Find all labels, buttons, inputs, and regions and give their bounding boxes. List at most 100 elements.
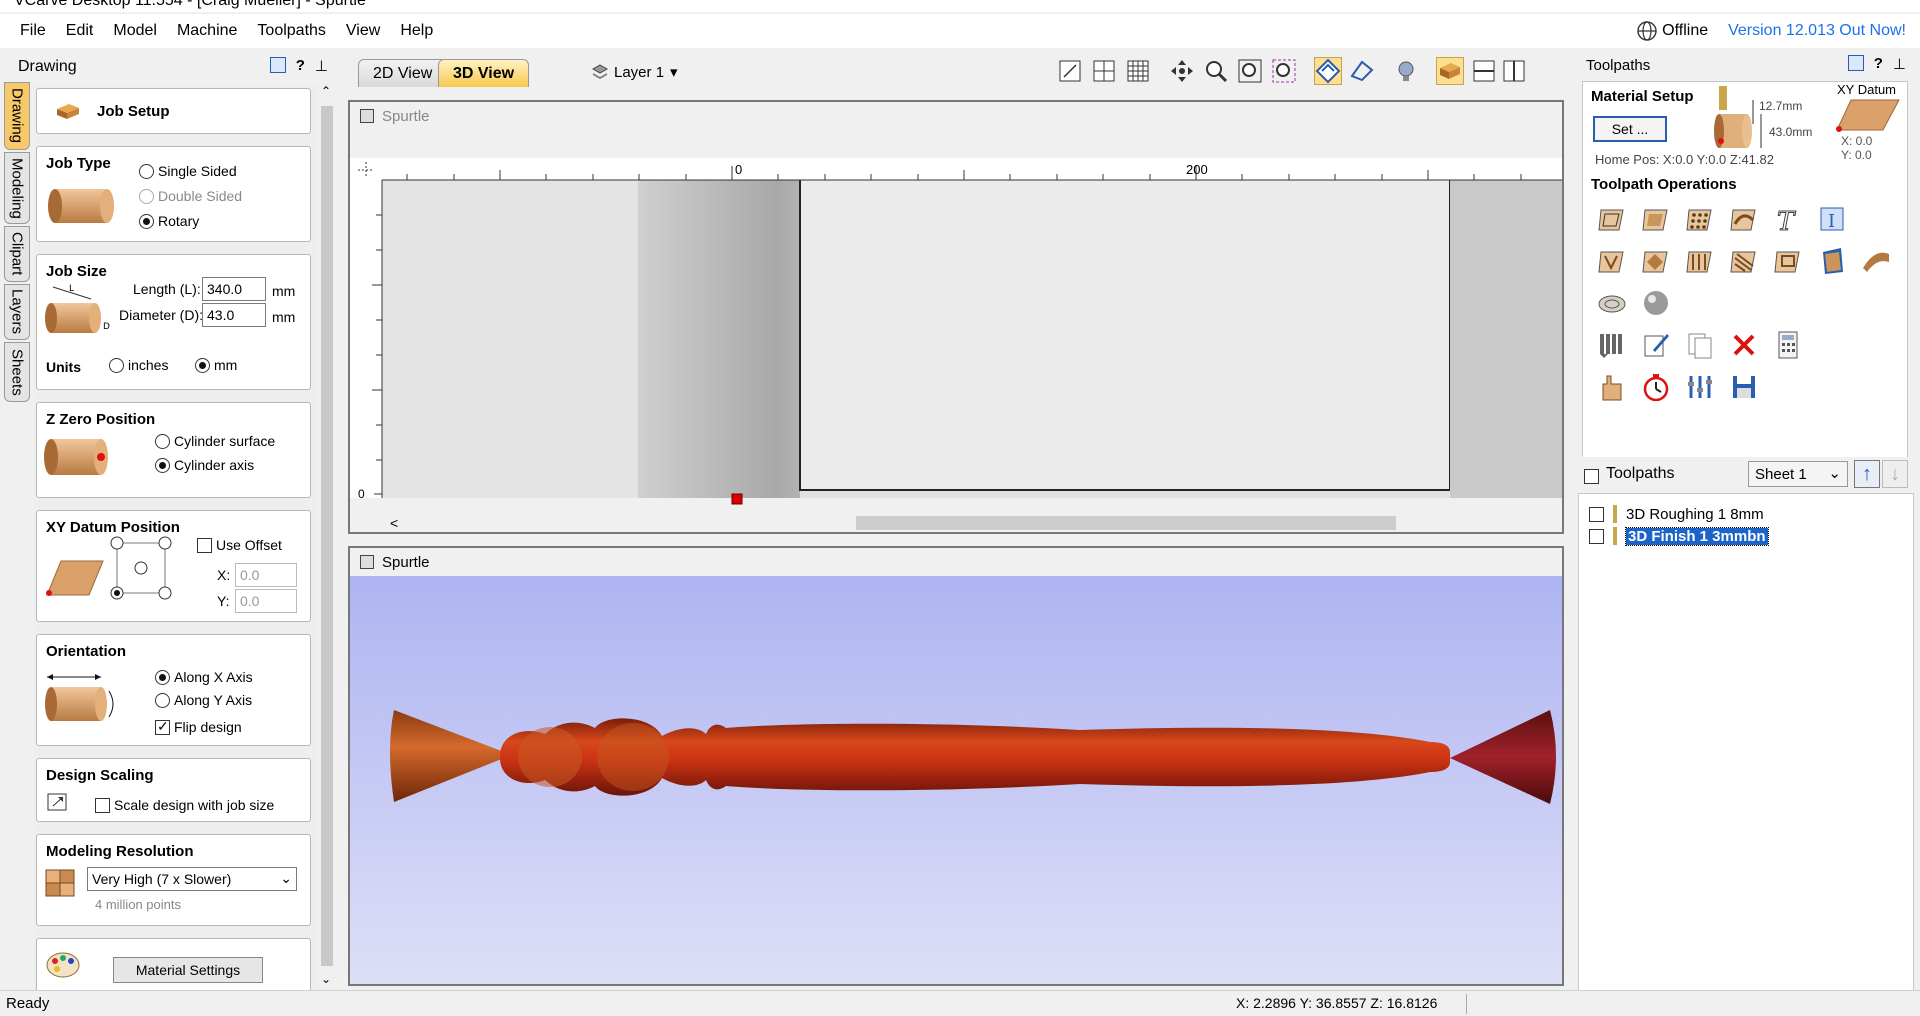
use-offset[interactable]: Use Offset (197, 537, 282, 553)
help-icon[interactable]: ? (296, 57, 305, 75)
finish-icon[interactable] (1859, 244, 1893, 278)
menu-edit[interactable]: Edit (56, 22, 104, 40)
lighting-icon[interactable] (1392, 57, 1420, 85)
zoom-icon[interactable] (1202, 57, 1230, 85)
resolution-select[interactable]: Very High (7 x Slower) ⌄ (87, 867, 297, 891)
radio-cylinder-surface[interactable] (155, 433, 170, 449)
scroll-down-icon[interactable]: ⌄ (321, 972, 331, 986)
diameter-input[interactable]: 43.0 (202, 303, 266, 327)
quick-engrave-icon[interactable] (1727, 202, 1761, 236)
job-type-rotary[interactable]: Rotary (139, 213, 199, 229)
material-settings-button[interactable]: Material Settings (113, 957, 263, 983)
radio-along-x[interactable] (155, 669, 170, 685)
roughing-icon[interactable] (1815, 244, 1849, 278)
fluting-icon[interactable] (1683, 244, 1717, 278)
tab-3d-view[interactable]: 3D View (438, 59, 530, 87)
tab-clipart[interactable]: Clipart (4, 226, 30, 282)
radio-rotary[interactable] (139, 213, 154, 229)
radio-inches[interactable] (109, 357, 124, 373)
radio-mm[interactable] (195, 357, 210, 373)
delete-toolpath-icon[interactable] (1727, 328, 1761, 362)
move-down-button[interactable]: ↓ (1882, 460, 1908, 488)
flip-design[interactable]: Flip design (155, 718, 242, 735)
zoom-box-icon[interactable] (1236, 57, 1264, 85)
z-zero-surface[interactable]: Cylinder surface (155, 433, 275, 449)
tab-layers[interactable]: Layers (4, 284, 30, 340)
view-2d-canvas[interactable]: 0 200 0 < (350, 130, 1562, 532)
vcarve-icon[interactable] (1595, 244, 1629, 278)
toolpath-item[interactable]: 3D Finish 1 3mmbn (1589, 526, 1769, 546)
zoom-extents-button[interactable] (1056, 57, 1084, 85)
panel-dock-icon[interactable] (1847, 55, 1864, 71)
toolpath-visibility-checkbox[interactable] (1589, 528, 1604, 544)
flip-design-checkbox[interactable] (155, 718, 170, 735)
grid-button[interactable] (1124, 57, 1152, 85)
render-toolpath-icon[interactable] (1314, 57, 1342, 85)
menu-model[interactable]: Model (103, 22, 167, 40)
datum-position-grid[interactable] (109, 535, 175, 603)
left-panel-scrollbar[interactable]: ⌃ ⌄ (318, 84, 336, 990)
toolpath-item[interactable]: 3D Roughing 1 8mm (1589, 504, 1764, 524)
update-link[interactable]: Version 12.013 Out Now! (1728, 22, 1906, 40)
units-mm[interactable]: mm (195, 357, 237, 373)
panel-dock-icon[interactable] (269, 57, 286, 73)
pin-icon[interactable]: ⊥ (315, 57, 328, 75)
split-vertical-icon[interactable] (1500, 57, 1528, 85)
radio-double-sided[interactable] (139, 188, 154, 204)
merge-toolpaths-icon[interactable] (1683, 370, 1717, 404)
tab-2d-view[interactable]: 2D View (358, 59, 448, 87)
3d-profile-icon[interactable] (1595, 286, 1629, 320)
job-type-double-sided[interactable]: Double Sided (139, 188, 242, 204)
menu-view[interactable]: View (336, 22, 390, 40)
menu-file[interactable]: File (10, 22, 56, 40)
offset-x-input[interactable]: 0.0 (235, 563, 297, 587)
save-toolpath-icon[interactable] (1727, 370, 1761, 404)
orientation-y[interactable]: Along Y Axis (155, 692, 252, 708)
calculator-icon[interactable] (1771, 328, 1805, 362)
profile-toolpath-icon[interactable] (1595, 202, 1629, 236)
radio-single-sided[interactable] (139, 163, 154, 179)
vcarve-text-icon[interactable]: T (1771, 202, 1805, 238)
menu-toolpaths[interactable]: Toolpaths (247, 22, 336, 40)
orientation-x[interactable]: Along X Axis (155, 669, 253, 685)
toolpath-visibility-checkbox[interactable] (1589, 506, 1604, 522)
scale-design-checkbox[interactable] (95, 797, 110, 813)
moulding-icon[interactable] (1771, 244, 1805, 278)
view-3d-canvas[interactable] (350, 576, 1562, 984)
edit-toolpath-icon[interactable] (1639, 328, 1673, 362)
prism-icon[interactable] (1639, 244, 1673, 278)
layer-dropdown[interactable]: Layer 1 ▾ (592, 59, 678, 85)
radio-cylinder-axis[interactable] (155, 457, 170, 473)
move-up-button[interactable]: ↑ (1854, 460, 1880, 488)
tab-sheets[interactable]: Sheets (4, 342, 30, 402)
material-view-icon[interactable] (1436, 57, 1464, 85)
preview-hand-icon[interactable] (1595, 370, 1629, 404)
units-inches[interactable]: inches (109, 357, 168, 373)
timer-icon[interactable] (1639, 370, 1673, 404)
inlay-icon[interactable]: I (1815, 202, 1849, 236)
scroll-up-icon[interactable]: ⌃ (321, 84, 331, 98)
zoom-selection-icon[interactable] (1270, 57, 1298, 85)
sheet-select[interactable]: Sheet 1 ⌄ (1748, 461, 1848, 487)
view-sheet-button[interactable] (1090, 57, 1118, 85)
h-scroll-thumb[interactable] (856, 516, 1396, 530)
offline-status[interactable]: Offline (1636, 20, 1708, 42)
help-icon[interactable]: ? (1874, 55, 1883, 73)
z-zero-axis[interactable]: Cylinder axis (155, 457, 254, 473)
tab-drawing[interactable]: Drawing (4, 82, 30, 150)
radio-along-y[interactable] (155, 692, 170, 708)
menu-machine[interactable]: Machine (167, 22, 247, 40)
menu-help[interactable]: Help (390, 22, 443, 40)
toolpaths-all-checkbox[interactable] (1584, 468, 1599, 484)
job-type-single-sided[interactable]: Single Sided (139, 163, 237, 179)
material-set-button[interactable]: Set ... (1593, 116, 1667, 142)
offset-y-input[interactable]: 0.0 (235, 589, 297, 613)
split-horizontal-icon[interactable] (1470, 57, 1498, 85)
3d-finish-sphere-icon[interactable] (1639, 286, 1673, 320)
tab-modeling[interactable]: Modeling (4, 152, 30, 224)
use-offset-checkbox[interactable] (197, 537, 212, 553)
drilling-toolpath-icon[interactable] (1683, 202, 1717, 236)
length-input[interactable]: 340.0 (202, 277, 266, 301)
pan-icon[interactable] (1168, 57, 1196, 85)
pin-icon[interactable]: ⊥ (1893, 55, 1906, 73)
